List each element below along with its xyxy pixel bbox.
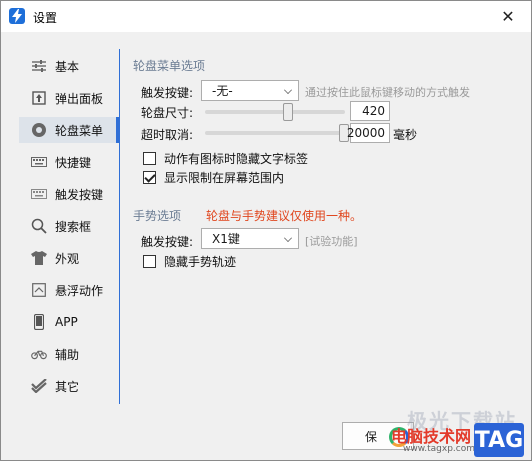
- sidebar-item-search-box[interactable]: 搜索框: [19, 213, 119, 239]
- search-icon: [31, 218, 47, 234]
- wheel-trigger-label: 触发按键:: [141, 86, 194, 100]
- sidebar-item-label: 辅助: [55, 347, 80, 362]
- sidebar-item-assist[interactable]: 辅助: [19, 341, 119, 367]
- watermark-tag: TAG: [474, 423, 524, 457]
- sidebar-item-other[interactable]: 其它: [19, 373, 119, 399]
- sidebar-item-label: 其它: [55, 379, 80, 394]
- wheel-menu-panel: 轮盘菜单选项 触发按键: -无- 通过按住此鼠标键移动的方式触发 轮盘尺寸: 4…: [131, 49, 521, 409]
- gesture-section-note: 轮盘与手势建议仅使用一种。: [206, 209, 363, 223]
- gesture-trigger-hint: [试验功能]: [305, 235, 358, 248]
- sidebar-item-label: 弹出面板: [55, 91, 104, 106]
- sidebar-item-label: 快捷键: [55, 155, 92, 170]
- wheel-trigger-select[interactable]: -无-: [201, 80, 299, 101]
- wheel-icon: [31, 122, 47, 138]
- sidebar-item-popup-panel[interactable]: 弹出面板: [19, 85, 119, 111]
- sidebar-item-label: 基本: [55, 59, 80, 74]
- check-icon: [31, 378, 47, 394]
- wheel-size-value: 420: [362, 104, 385, 118]
- sidebar-item-shortcut[interactable]: 快捷键: [19, 149, 119, 175]
- keyboard-icon: [31, 186, 47, 202]
- hide-text-checkbox[interactable]: [143, 152, 156, 165]
- timeout-value: 20000: [346, 126, 385, 140]
- wheel-size-input[interactable]: 420: [350, 101, 390, 121]
- watermark-url: www.tagxp.com: [403, 444, 475, 454]
- sidebar-item-trigger-key[interactable]: 触发按键: [19, 181, 119, 207]
- wheel-section-title: 轮盘菜单选项: [133, 59, 206, 73]
- wheel-trigger-hint: 通过按住此鼠标键移动的方式触发: [305, 86, 470, 99]
- sidebar-item-label: APP: [55, 315, 78, 329]
- timeout-slider-track[interactable]: [205, 131, 345, 135]
- sidebar-item-label: 搜索框: [55, 219, 92, 234]
- sidebar-item-label: 悬浮动作: [55, 283, 104, 298]
- sidebar-item-label: 轮盘菜单: [55, 123, 104, 138]
- phone-icon: [31, 314, 47, 330]
- lightning-app-icon: [9, 8, 25, 24]
- wheel-trigger-value: -无-: [212, 84, 233, 98]
- hide-trail-checkbox[interactable]: [143, 255, 156, 268]
- settings-window: 设置 ✕ 基本 弹出面板 轮盘菜单 快捷键 触发按键 搜索框 外观 悬浮动作 A…: [0, 0, 532, 461]
- title-bar: 设置 ✕: [1, 1, 531, 32]
- sidebar-item-label: 外观: [55, 251, 80, 266]
- wheel-size-slider-thumb[interactable]: [283, 103, 293, 121]
- close-icon: ✕: [501, 7, 515, 26]
- close-button[interactable]: ✕: [485, 1, 531, 32]
- gesture-trigger-label: 触发按键:: [141, 235, 194, 249]
- float-icon: [31, 282, 47, 298]
- sidebar-item-hover-action[interactable]: 悬浮动作: [19, 277, 119, 303]
- bike-icon: [31, 346, 47, 362]
- settings-sidebar: 基本 弹出面板 轮盘菜单 快捷键 触发按键 搜索框 外观 悬浮动作 APP 辅助…: [19, 49, 119, 399]
- sidebar-item-label: 触发按键: [55, 187, 104, 202]
- limit-screen-checkbox-row[interactable]: 显示限制在屏幕范围内: [143, 169, 284, 186]
- gesture-trigger-select[interactable]: X1键: [201, 228, 299, 249]
- sidebar-item-basic[interactable]: 基本: [19, 53, 119, 79]
- sliders-icon: [31, 58, 47, 74]
- gesture-trigger-value: X1键: [212, 232, 240, 246]
- site-watermark: 极光下载站 电脑技术网 www.tagxp.com TAG: [389, 407, 529, 461]
- chevron-down-icon: [284, 234, 292, 242]
- sidebar-divider: [119, 49, 120, 404]
- hide-trail-label: 隐藏手势轨迹: [164, 255, 237, 269]
- limit-screen-checkbox[interactable]: [143, 171, 156, 184]
- save-label: 保: [365, 429, 378, 444]
- chevron-down-icon: [284, 86, 292, 94]
- gesture-section-title: 手势选项: [133, 209, 182, 223]
- wheel-size-slider-track[interactable]: [205, 110, 345, 114]
- hide-text-label: 动作有图标时隐藏文字标签: [164, 152, 309, 166]
- sidebar-item-appearance[interactable]: 外观: [19, 245, 119, 271]
- hide-trail-checkbox-row[interactable]: 隐藏手势轨迹: [143, 253, 236, 270]
- limit-screen-label: 显示限制在屏幕范围内: [164, 171, 285, 185]
- window-title: 设置: [33, 11, 58, 25]
- keyboard-icon: [31, 154, 47, 170]
- popup-icon: [31, 90, 47, 106]
- sidebar-item-app[interactable]: APP: [19, 309, 119, 335]
- wheel-size-label: 轮盘尺寸:: [141, 106, 194, 120]
- timeout-input[interactable]: 20000: [346, 123, 390, 143]
- sidebar-item-wheel-menu[interactable]: 轮盘菜单: [19, 117, 119, 143]
- shirt-icon: [31, 250, 47, 266]
- hide-text-checkbox-row[interactable]: 动作有图标时隐藏文字标签: [143, 150, 308, 167]
- timeout-label: 超时取消:: [141, 128, 194, 142]
- timeout-unit: 毫秒: [393, 128, 418, 142]
